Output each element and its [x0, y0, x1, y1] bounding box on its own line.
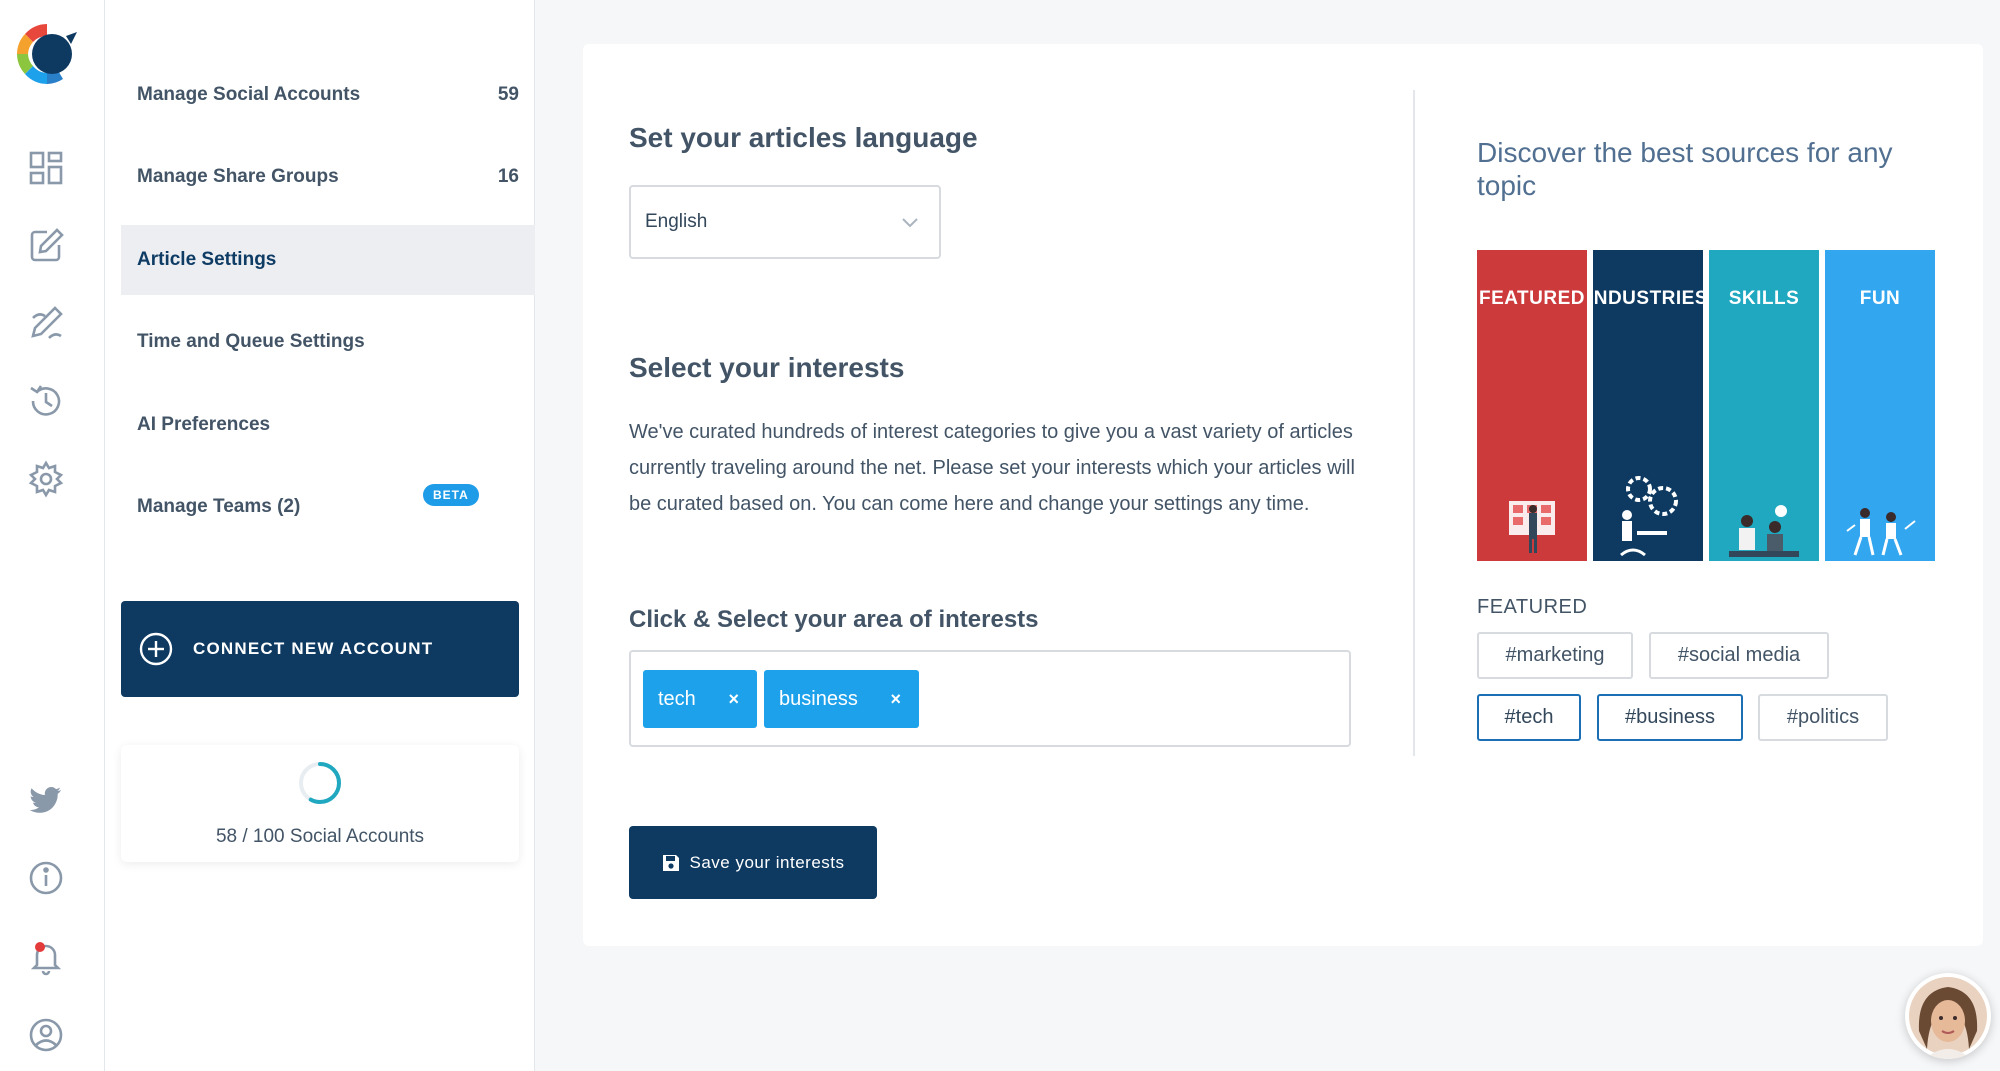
tile-skills[interactable]: SKILLS — [1709, 250, 1819, 561]
tile-industries[interactable]: INDUSTRIES — [1593, 250, 1703, 561]
hashtag-label: #tech — [1504, 706, 1554, 728]
tile-label: FEATURED — [1478, 288, 1586, 309]
sidebar-item-label: Manage Share Groups — [137, 166, 339, 187]
language-select-value: English — [645, 211, 708, 232]
sidebar-item-ai-preferences[interactable]: AI Preferences — [121, 390, 535, 460]
interest-chip-tech[interactable]: tech × — [643, 670, 757, 728]
beta-badge: BETA — [423, 484, 479, 506]
sidebar-item-label: Article Settings — [137, 249, 277, 270]
social-accounts-usage-card: 58 / 100 Social Accounts — [121, 745, 519, 862]
save-interests-button[interactable]: Save your interests — [629, 826, 877, 899]
draft-edit-icon[interactable] — [24, 301, 68, 345]
sidebar-item-manage-teams[interactable]: Manage Teams (2) BETA — [121, 472, 535, 542]
sidebar-item-label: Time and Queue Settings — [137, 331, 365, 352]
selected-interests-input[interactable]: tech × business × — [629, 650, 1351, 747]
sidebar-item-label: Manage Teams (2) — [137, 496, 301, 517]
settings-gear-icon[interactable] — [24, 457, 68, 501]
column-divider — [1413, 90, 1415, 756]
history-icon[interactable] — [24, 379, 68, 423]
hashtag-label: #marketing — [1505, 644, 1605, 666]
language-heading: Set your articles language — [629, 122, 978, 153]
interests-heading: Select your interests — [629, 352, 905, 383]
fun-illustration-icon — [1846, 508, 1916, 556]
hashtag-business[interactable]: #business — [1597, 694, 1743, 741]
industries-illustration-icon — [1620, 476, 1678, 557]
usage-progress-ring — [299, 762, 341, 804]
app-logo[interactable] — [11, 18, 83, 90]
hashtag-label: #politics — [1786, 706, 1860, 728]
sidebar-item-manage-social-accounts[interactable]: Manage Social Accounts 59 — [121, 60, 535, 130]
hashtag-marketing[interactable]: #marketing — [1477, 632, 1633, 679]
sidebar-item-manage-share-groups[interactable]: Manage Share Groups 16 — [121, 142, 535, 212]
connect-new-account-button[interactable]: CONNECT NEW ACCOUNT — [121, 601, 519, 697]
plus-circle-icon — [139, 632, 173, 666]
interests-description: We've curated hundreds of interest categ… — [629, 421, 1355, 515]
info-icon[interactable] — [24, 856, 68, 900]
remove-chip-icon[interactable]: × — [890, 689, 901, 710]
hashtag-label: #social media — [1677, 644, 1801, 666]
notifications-bell-icon[interactable] — [24, 935, 68, 979]
chevron-down-icon — [902, 218, 918, 228]
remove-chip-icon[interactable]: × — [728, 689, 739, 710]
support-chat-avatar[interactable] — [1905, 973, 1991, 1059]
hashtag-politics[interactable]: #politics — [1758, 694, 1888, 741]
settings-sidebar: Manage Social Accounts 59 Manage Share G… — [105, 0, 535, 1071]
sidebar-item-count: 16 — [497, 166, 519, 187]
sidebar-item-count: 59 — [497, 84, 519, 105]
chip-label: business — [779, 687, 858, 710]
tile-label: SKILLS — [1728, 288, 1800, 309]
chip-label: tech — [658, 687, 696, 710]
connect-new-account-label: CONNECT NEW ACCOUNT — [193, 639, 434, 658]
sidebar-item-label: Manage Social Accounts — [137, 84, 361, 105]
hashtag-label: #business — [1624, 706, 1716, 728]
featured-illustration-icon — [1509, 501, 1555, 553]
social-accounts-usage-text: 58 / 100 Social Accounts — [215, 826, 425, 847]
tile-label: INDUSTRIES — [1593, 288, 1703, 309]
profile-icon[interactable] — [24, 1013, 68, 1057]
hashtag-tech[interactable]: #tech — [1477, 694, 1581, 741]
twitter-icon[interactable] — [24, 778, 68, 822]
save-disk-icon — [663, 854, 680, 871]
article-settings-card: Set your articles language English Selec… — [583, 44, 1983, 946]
discover-heading: Discover the best sources for any topic — [1477, 137, 1893, 201]
area-of-interests-heading: Click & Select your area of interests — [629, 606, 1039, 633]
interest-chip-business[interactable]: business × — [764, 670, 919, 728]
dashboard-icon[interactable] — [24, 146, 68, 190]
compose-icon[interactable] — [24, 223, 68, 267]
hashtag-social-media[interactable]: #social media — [1649, 632, 1829, 679]
language-select[interactable]: English — [629, 185, 941, 259]
tile-label: FUN — [1859, 288, 1901, 309]
sidebar-item-article-settings[interactable]: Article Settings — [121, 225, 535, 295]
sidebar-item-time-and-queue-settings[interactable]: Time and Queue Settings — [121, 307, 535, 377]
tile-featured[interactable]: FEATURED — [1477, 250, 1587, 561]
icon-rail — [0, 0, 105, 1071]
sidebar-item-label: AI Preferences — [137, 414, 271, 435]
featured-hashtags-label: FEATURED — [1477, 596, 1588, 618]
skills-illustration-icon — [1729, 505, 1799, 557]
tile-fun[interactable]: FUN — [1825, 250, 1935, 561]
save-interests-label: Save your interests — [689, 852, 845, 872]
